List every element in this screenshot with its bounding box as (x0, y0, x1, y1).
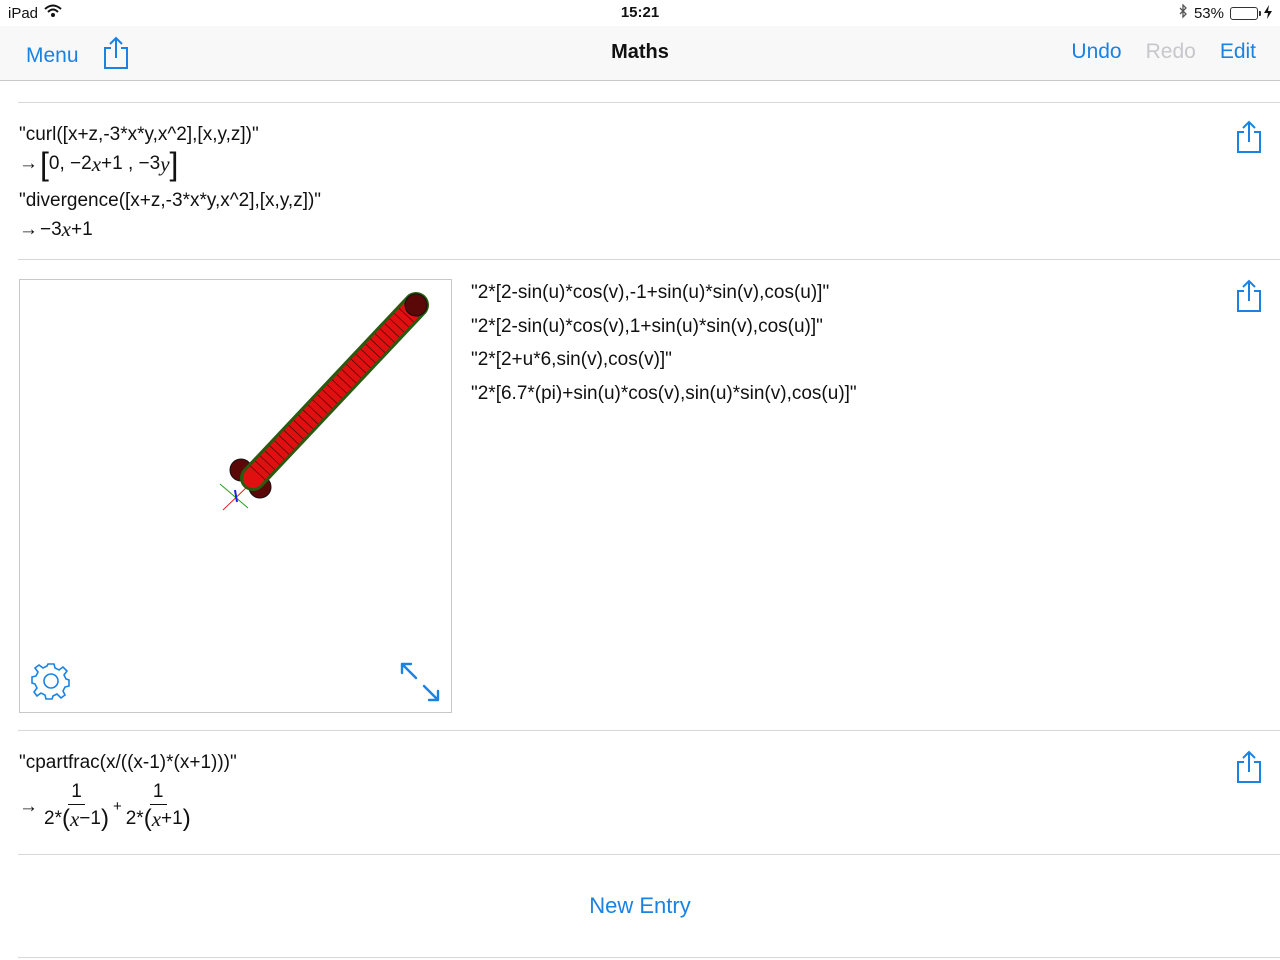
status-time: 15:21 (620, 4, 660, 21)
curl-input[interactable]: "curl([x+z,-3*x*y,x^2],[x,y,z])" (19, 124, 259, 146)
curl-result-part2: +1 , −3 (101, 153, 161, 174)
redo-button[interactable]: Redo (1146, 40, 1196, 64)
fraction-1-den-suffix: −1 (79, 808, 101, 829)
divider (18, 854, 1280, 855)
undo-button[interactable]: Undo (1071, 40, 1121, 64)
plot-canvas (219, 292, 429, 511)
divider (18, 957, 1280, 958)
divergence-result-part2: +1 (71, 218, 93, 240)
curl-result-part1: 0, −2 (48, 153, 92, 174)
divider (18, 102, 1280, 103)
divergence-result-var: x (61, 217, 71, 241)
param-expression-1[interactable]: "2*[2-sin(u)*cos(v),-1+sin(u)*sin(v),cos… (471, 282, 829, 304)
share-entry-button[interactable] (1236, 120, 1262, 154)
divergence-result-part1: −3 (40, 218, 62, 240)
edit-button[interactable]: Edit (1220, 40, 1256, 64)
plus-sign: + (112, 798, 122, 815)
divider (18, 259, 1280, 260)
battery-percent: 53% (1193, 5, 1224, 22)
fraction-1: 1 2*(x −1) (41, 780, 112, 833)
cpartfrac-input[interactable]: "cpartfrac(x/((x-1)*(x+1)))" (19, 752, 237, 774)
fraction-1-den-prefix: 2* (44, 808, 62, 829)
result-arrow: → (19, 153, 38, 174)
cpartfrac-result: → 1 2*(x −1) + 1 2*(x +1) (19, 780, 195, 833)
z-axis-line (234, 489, 238, 503)
result-arrow: → (19, 218, 38, 240)
share-entry-button[interactable] (1236, 750, 1262, 784)
settings-gear-icon[interactable] (30, 660, 72, 702)
clipped-entry-remnant (20, 81, 220, 85)
fraction-1-den-var: x (69, 807, 80, 831)
share-entry-button[interactable] (1236, 279, 1262, 313)
expand-icon[interactable] (398, 660, 442, 704)
param-expression-2[interactable]: "2*[2-sin(u)*cos(v),1+sin(u)*sin(v),cos(… (471, 316, 823, 338)
y-axis-line (219, 483, 249, 509)
fraction-2-den-prefix: 2* (125, 808, 144, 829)
divergence-result: → −3 x +1 (19, 217, 93, 242)
curl-result: → [ 0, −2 x +1 , −3 y ] (19, 148, 178, 180)
divider (18, 730, 1280, 731)
curl-result-var1: x (91, 151, 102, 176)
bluetooth-icon (1178, 3, 1188, 23)
curl-result-var2: y (160, 151, 170, 176)
fraction-2-den-var: x (151, 807, 162, 831)
fraction-2: 1 2*(x +1) (123, 780, 194, 833)
nav-bar: Menu Maths Undo Redo Edit (0, 26, 1280, 81)
fraction-1-numerator: 1 (68, 780, 85, 805)
param-expression-3[interactable]: "2*[2+u*6,sin(v),cos(v)]" (471, 349, 672, 371)
fraction-1-denominator: 2*(x −1) (44, 805, 109, 832)
status-bar: iPad 15:21 53% (0, 0, 1280, 26)
charging-icon (1264, 4, 1272, 23)
divergence-input[interactable]: "divergence([x+z,-3*x*y,x^2],[x,y,z])" (19, 190, 321, 212)
fraction-2-denominator: 2*(x +1) (125, 805, 191, 832)
sphere-top (404, 293, 428, 317)
bracket-close: ] (169, 146, 179, 182)
fraction-2-den-suffix: +1 (161, 808, 183, 829)
share-icon[interactable] (103, 36, 129, 75)
param-expression-4[interactable]: "2*[6.7*(pi)+sin(u)*cos(v),sin(u)*sin(v)… (471, 383, 857, 405)
menu-button[interactable]: Menu (26, 44, 79, 68)
new-entry-button[interactable]: New Entry (0, 893, 1280, 919)
fraction-2-numerator: 1 (149, 780, 167, 805)
battery-icon (1230, 7, 1261, 20)
plot-3d-view[interactable] (19, 279, 452, 713)
result-arrow: → (19, 795, 38, 817)
bracket-open: [ (40, 146, 49, 182)
